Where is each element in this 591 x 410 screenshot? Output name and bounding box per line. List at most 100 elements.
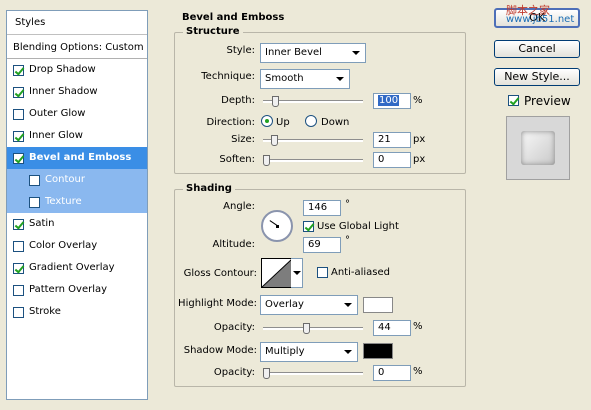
technique-select[interactable]: Smooth	[260, 69, 350, 89]
style-checkbox[interactable]	[13, 306, 24, 318]
style-items: Drop Shadow Inner Shadow Outer Glow Inner G…	[7, 59, 147, 323]
soften-input[interactable]: 0	[373, 152, 411, 168]
style-item-label: Inner Glow	[29, 130, 83, 141]
chevron-down-icon	[344, 350, 352, 354]
direction-up-label: Up	[276, 117, 290, 128]
style-checkbox[interactable]	[13, 130, 24, 142]
shadow-color-swatch[interactable]	[363, 343, 393, 359]
style-item-texture[interactable]: Texture	[7, 191, 147, 213]
preview-checkbox[interactable]	[508, 95, 519, 106]
shadow-opacity-thumb[interactable]	[263, 368, 270, 379]
altitude-unit: °	[345, 235, 350, 246]
technique-label: Technique:	[201, 71, 255, 82]
style-item-label: Stroke	[29, 306, 61, 317]
shadow-mode-value: Multiply	[265, 346, 305, 357]
new-style-button[interactable]: New Style...	[494, 68, 580, 86]
style-item-satin[interactable]: Satin	[7, 213, 147, 235]
depth-slider[interactable]	[263, 96, 363, 107]
style-item-inner-shadow[interactable]: Inner Shadow	[7, 81, 147, 103]
style-label: Style:	[226, 45, 256, 56]
highlight-opacity-thumb[interactable]	[303, 323, 310, 334]
size-slider[interactable]	[263, 135, 363, 146]
soften-label: Soften:	[219, 154, 255, 165]
angle-unit: °	[345, 199, 350, 210]
style-item-label: Bevel and Emboss	[29, 152, 132, 163]
use-global-light-checkbox[interactable]	[303, 221, 314, 232]
angle-center	[276, 225, 279, 228]
style-checkbox[interactable]	[13, 86, 24, 98]
style-item-drop-shadow[interactable]: Drop Shadow	[7, 59, 147, 81]
style-item-outer-glow[interactable]: Outer Glow	[7, 103, 147, 125]
highlight-color-swatch[interactable]	[363, 297, 393, 313]
styles-header[interactable]: Styles	[7, 11, 147, 35]
size-slider-thumb[interactable]	[271, 135, 278, 146]
size-unit: px	[413, 134, 426, 145]
size-label: Size:	[231, 134, 255, 145]
style-select[interactable]: Inner Bevel	[260, 43, 366, 63]
watermark-url: www.jb51.net	[506, 14, 575, 25]
style-item-stroke[interactable]: Stroke	[7, 301, 147, 323]
technique-select-value: Smooth	[265, 73, 304, 84]
angle-input[interactable]: 146	[303, 200, 341, 216]
style-checkbox[interactable]	[29, 174, 40, 186]
bevel-emboss-title: Bevel and Emboss	[179, 12, 288, 23]
style-checkbox[interactable]	[13, 240, 24, 252]
shadow-mode-select[interactable]: Multiply	[260, 342, 358, 362]
cancel-button[interactable]: Cancel	[494, 40, 580, 58]
shadow-opacity-slider[interactable]	[263, 368, 363, 379]
shadow-mode-label: Shadow Mode:	[183, 345, 257, 356]
anti-aliased-checkbox[interactable]	[317, 267, 328, 278]
style-checkbox[interactable]	[13, 284, 24, 296]
depth-slider-thumb[interactable]	[272, 96, 279, 107]
anti-aliased-label: Anti-aliased	[331, 267, 391, 278]
style-item-label: Inner Shadow	[29, 86, 98, 97]
style-checkbox[interactable]	[13, 262, 24, 274]
style-item-label: Gradient Overlay	[29, 262, 115, 273]
style-checkbox[interactable]	[13, 218, 24, 230]
shadow-opacity-label: Opacity:	[213, 367, 255, 378]
highlight-opacity-input[interactable]: 44	[373, 320, 411, 336]
soften-slider-thumb[interactable]	[263, 155, 270, 166]
preview-thumbnail	[506, 116, 570, 180]
style-item-label: Color Overlay	[29, 240, 98, 251]
structure-group: Structure Style: Inner Bevel Technique: …	[174, 26, 466, 174]
use-global-light-label: Use Global Light	[317, 221, 399, 232]
altitude-label: Altitude:	[212, 239, 255, 250]
depth-unit: %	[413, 95, 423, 106]
shadow-opacity-input[interactable]: 0	[373, 365, 411, 381]
style-checkbox[interactable]	[13, 64, 24, 76]
soften-unit: px	[413, 154, 426, 165]
style-item-inner-glow[interactable]: Inner Glow	[7, 125, 147, 147]
highlight-mode-select[interactable]: Overlay	[260, 295, 358, 315]
chevron-down-icon	[293, 271, 301, 275]
style-checkbox[interactable]	[29, 196, 40, 208]
altitude-input[interactable]: 69	[303, 237, 341, 253]
depth-input[interactable]: 100	[373, 93, 411, 109]
style-item-label: Contour	[45, 174, 85, 185]
size-input[interactable]: 21	[373, 132, 411, 148]
soften-slider[interactable]	[263, 155, 363, 166]
angle-label: Angle:	[223, 201, 255, 212]
styles-list: Styles Blending Options: Custom Drop Sha…	[6, 10, 148, 400]
style-item-label: Texture	[45, 196, 82, 207]
direction-down-radio[interactable]	[305, 115, 317, 127]
chevron-down-icon	[336, 77, 344, 81]
depth-label: Depth:	[221, 95, 255, 106]
blending-options-item[interactable]: Blending Options: Custom	[7, 37, 147, 59]
style-item-label: Outer Glow	[29, 108, 86, 119]
highlight-mode-label: Highlight Mode:	[178, 298, 257, 309]
style-checkbox[interactable]	[13, 108, 24, 120]
style-item-contour[interactable]: Contour	[7, 169, 147, 191]
direction-up-radio[interactable]	[261, 115, 273, 127]
chevron-down-icon	[352, 51, 360, 55]
style-checkbox[interactable]	[13, 152, 24, 164]
style-item-label: Pattern Overlay	[29, 284, 108, 295]
gloss-contour-dropdown[interactable]	[291, 258, 303, 288]
style-item-gradient-overlay[interactable]: Gradient Overlay	[7, 257, 147, 279]
highlight-opacity-slider[interactable]	[263, 323, 363, 334]
highlight-opacity-unit: %	[413, 321, 423, 332]
angle-dial[interactable]	[261, 210, 293, 242]
style-item-color-overlay[interactable]: Color Overlay	[7, 235, 147, 257]
style-item-pattern-overlay[interactable]: Pattern Overlay	[7, 279, 147, 301]
style-item-bevel-and-emboss[interactable]: Bevel and Emboss	[7, 147, 147, 169]
